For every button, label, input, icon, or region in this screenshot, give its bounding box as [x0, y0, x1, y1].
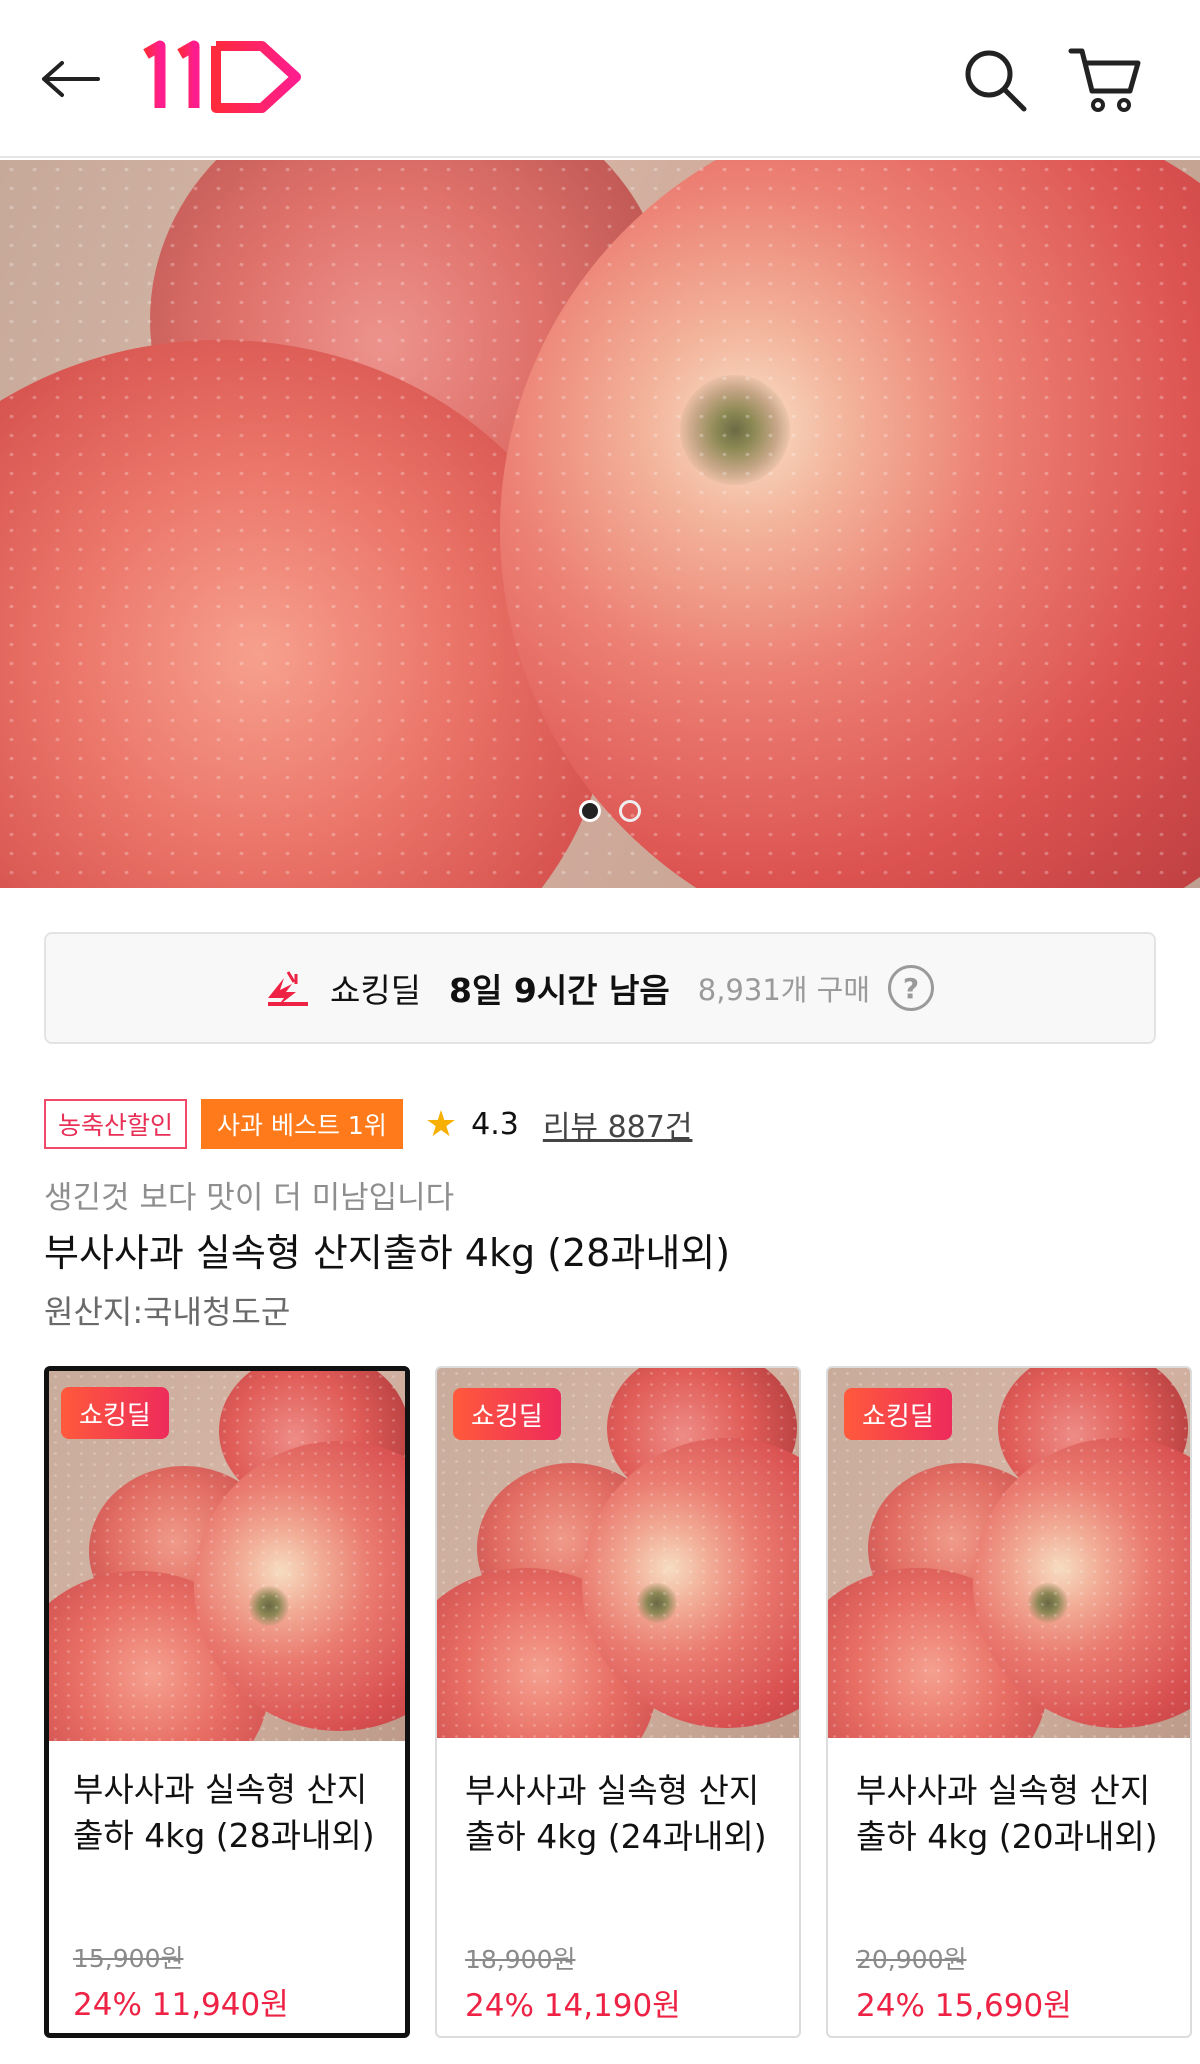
sale-price: 24% 14,190원 — [465, 1988, 681, 2024]
shocking-deal-icon — [267, 971, 308, 1006]
carousel-dot-1[interactable] — [579, 800, 601, 822]
shocking-deal-badge: 쇼킹딜 — [453, 1388, 561, 1440]
carousel-dot-2[interactable] — [619, 800, 641, 822]
search-icon[interactable] — [955, 40, 1035, 120]
water-droplets — [0, 160, 1200, 888]
category-badge: 농축산할인 — [44, 1099, 188, 1149]
review-link[interactable]: 리뷰 887건 — [543, 1102, 693, 1146]
deal-label: 쇼킹딜 — [329, 971, 422, 1010]
best-rank-badge: 사과 베스트 1위 — [201, 1099, 403, 1149]
product-title: 부사사과 실속형 산지출하 4kg (28과내외) — [44, 1231, 731, 1275]
cart-icon[interactable] — [1060, 40, 1150, 120]
product-image-carousel[interactable] — [0, 160, 1200, 888]
product-origin: 원산지:국내청도군 — [44, 1293, 291, 1331]
deal-time-left: 8일 9시간 남음 — [449, 971, 670, 1010]
sale-price: 24% 11,940원 — [73, 1987, 289, 2023]
original-price: 18,900원 — [465, 1945, 576, 1974]
product-subtitle: 생긴것 보다 맛이 더 미남입니다 — [44, 1180, 455, 1216]
back-arrow-icon[interactable] — [36, 44, 106, 114]
purchase-count: 8,931개 구매 — [697, 973, 871, 1007]
option-title: 부사사과 실속형 산지출하 4kg (20과내외) — [856, 1771, 1158, 1856]
option-title: 부사사과 실속형 산지출하 4kg (28과내외) — [73, 1770, 375, 1855]
rating-score: 4.3 — [471, 1106, 519, 1142]
shocking-deal-bar: 쇼킹딜 8일 9시간 남음 8,931개 구매 ? — [44, 932, 1156, 1044]
option-card[interactable]: 쇼킹딜 부사사과 실속형 산지출하 4kg (28과내외) 15,900원 24… — [44, 1366, 410, 2038]
help-icon[interactable]: ? — [888, 965, 935, 1011]
option-card[interactable]: 쇼킹딜 부사사과 실속형 산지출하 4kg (20과내외) 20,900원 24… — [826, 1366, 1192, 2038]
original-price: 20,900원 — [856, 1945, 967, 1974]
sale-price: 24% 15,690원 — [856, 1988, 1072, 2024]
option-card[interactable]: 쇼킹딜 부사사과 실속형 산지출하 4kg (24과내외) 18,900원 24… — [435, 1366, 801, 2038]
option-title: 부사사과 실속형 산지출하 4kg (24과내외) — [465, 1771, 767, 1856]
shocking-deal-badge: 쇼킹딜 — [844, 1388, 952, 1440]
original-price: 15,900원 — [73, 1944, 184, 1973]
badge-row: 농축산할인 사과 베스트 1위 ★ 4.3 리뷰 887건 — [44, 1098, 692, 1150]
shocking-deal-badge: 쇼킹딜 — [61, 1387, 169, 1439]
star-icon: ★ — [424, 1103, 458, 1145]
11st-logo[interactable] — [140, 36, 310, 116]
top-app-bar — [0, 0, 1200, 158]
carousel-indicator — [0, 800, 1200, 822]
option-card-list: 쇼킹딜 부사사과 실속형 산지출하 4kg (28과내외) 15,900원 24… — [44, 1366, 1200, 2046]
